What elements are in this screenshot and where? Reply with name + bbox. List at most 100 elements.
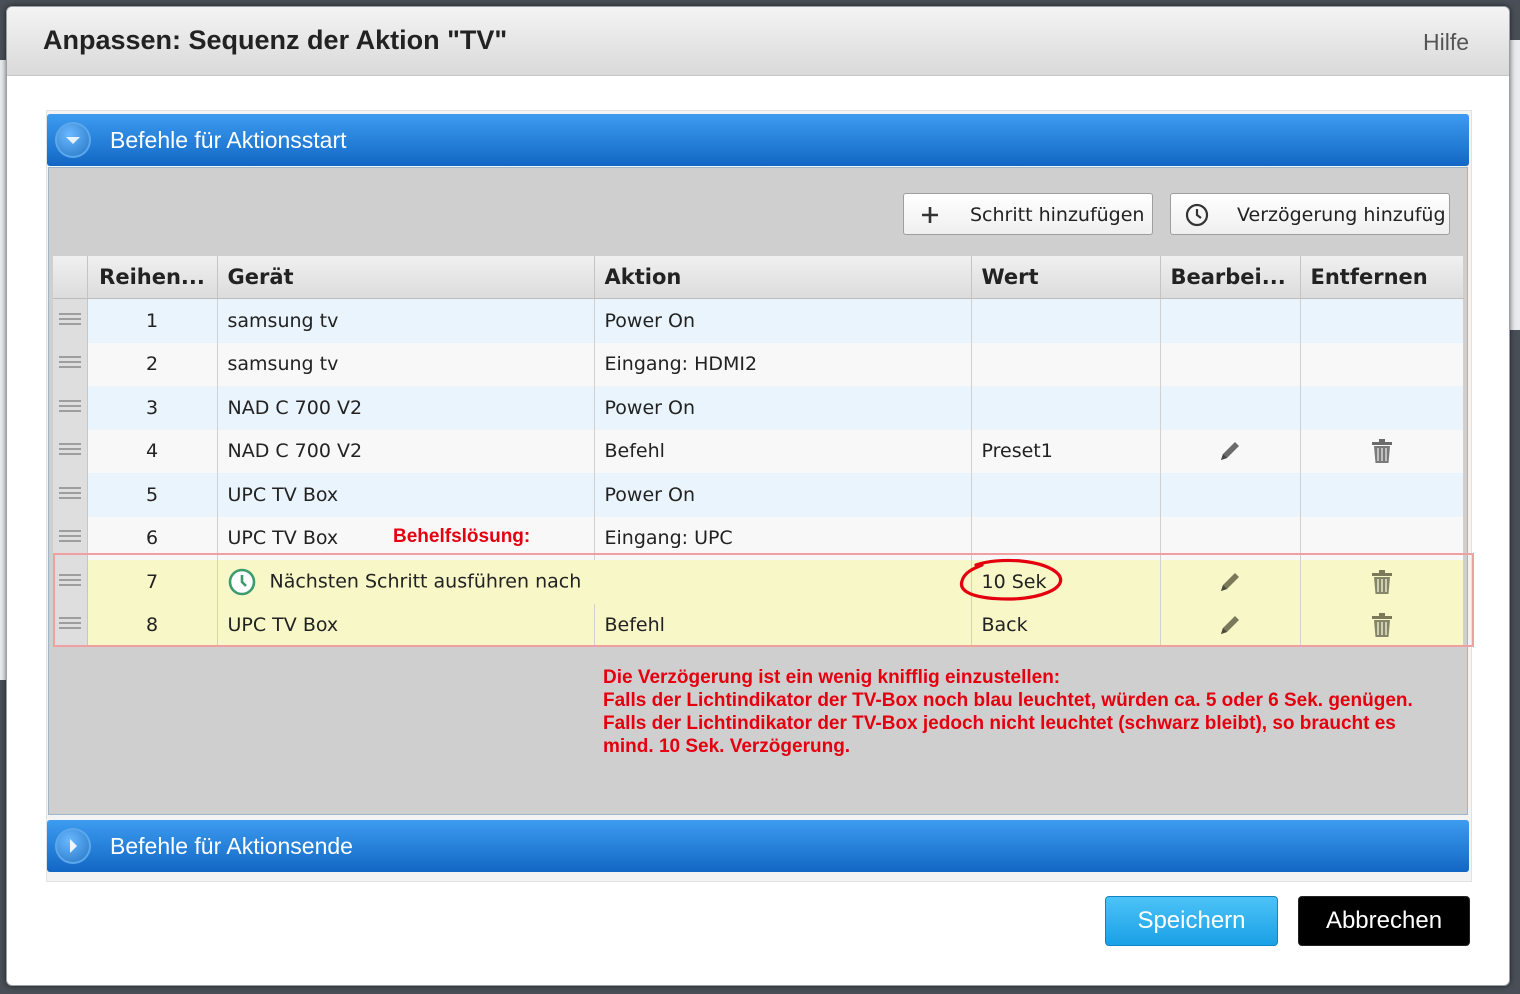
cancel-button[interactable]: Abbrechen [1298,896,1470,946]
chevron-down-icon [55,122,91,158]
table-row[interactable]: 1 samsung tv Power On [53,298,1464,343]
row-value [971,386,1161,430]
row-value [971,342,1161,386]
table-row[interactable]: 6 UPC TV Box Eingang: UPC [53,516,1464,560]
row-edit-cell [1160,603,1301,647]
row-remove-cell [1300,560,1464,604]
add-step-label: Schritt hinzufügen [970,204,1145,226]
row-remove-cell [1300,342,1464,386]
drag-handle[interactable] [53,516,88,560]
column-value[interactable]: Wert [971,256,1161,299]
row-edit-cell [1160,342,1301,386]
clock-icon [228,568,255,596]
clock-icon [1185,203,1209,227]
table-row[interactable]: 2 samsung tv Eingang: HDMI2 [53,342,1464,386]
row-remove-cell [1300,386,1464,430]
row-action: Eingang: UPC [594,516,972,560]
row-device-text: Nächsten Schritt ausführen nach [269,570,582,593]
save-button[interactable]: Speichern [1105,896,1278,946]
column-action[interactable]: Aktion [594,256,972,299]
row-action: Power On [594,298,972,343]
add-step-button[interactable]: Schritt hinzufügen [903,193,1153,235]
row-action: Power On [594,386,972,430]
accordion-action-start[interactable]: Befehle für Aktionsstart [47,114,1469,166]
drag-handle[interactable] [53,386,88,430]
column-remove[interactable]: Entfernen [1300,256,1463,299]
add-delay-button[interactable]: Verzögerung hinzufüg [1170,193,1450,235]
row-remove-cell [1300,298,1464,343]
edit-pencil-icon[interactable] [1216,437,1244,465]
row-action: Befehl [594,603,972,647]
column-handle [53,256,88,299]
table-row[interactable]: 5 UPC TV Box Power On [53,473,1464,517]
row-edit-cell [1160,386,1301,430]
edit-pencil-icon[interactable] [1216,568,1244,596]
row-order: 2 [87,342,218,386]
table-header-row: Reihen... Gerät Aktion Wert Bearbei... E… [53,256,1463,299]
accordion-action-start-label: Befehle für Aktionsstart [110,127,347,153]
row-order: 7 [87,560,218,604]
row-remove-cell [1300,516,1464,560]
edit-pencil-icon[interactable] [1216,611,1244,639]
row-device: NAD C 700 V2 [217,386,595,430]
row-edit-cell [1160,429,1301,473]
row-order: 6 [87,516,218,560]
table-row[interactable]: 4 NAD C 700 V2 Befehl Preset1 [53,429,1464,473]
row-edit-cell [1160,298,1301,343]
row-order: 5 [87,473,218,517]
trash-icon[interactable] [1368,437,1396,465]
delay-note-line: Falls der Lichtindikator der TV-Box noch… [603,690,1413,711]
column-edit[interactable]: Bearbei... [1160,256,1301,299]
row-device: NAD C 700 V2 [217,429,595,473]
chevron-right-icon [55,828,91,864]
row-order: 8 [87,603,218,647]
row-device: UPC TV Box [217,603,595,647]
column-order[interactable]: Reihen... [87,256,218,299]
row-remove-cell [1300,603,1464,647]
workaround-annotation: Behelfslösung: [393,526,531,547]
accordion-action-end[interactable]: Befehle für Aktionsende [47,820,1469,872]
row-device: samsung tv [217,298,595,343]
column-device[interactable]: Gerät [217,256,595,299]
row-value [971,298,1161,343]
help-link[interactable]: Hilfe [1423,29,1469,56]
row-value: 10 Sek [971,560,1161,604]
row-value [971,473,1161,517]
delay-note-line: Die Verzögerung ist ein wenig knifflig e… [603,667,1061,688]
add-delay-label: Verzögerung hinzufüg [1237,204,1446,226]
row-device: UPC TV Box [217,473,595,517]
row-value: Back [971,603,1161,647]
table-row[interactable]: 8 UPC TV Box Befehl Back [53,603,1464,647]
row-device: Nächsten Schritt ausführen nach [217,560,972,604]
trash-icon[interactable] [1368,568,1396,596]
row-order: 4 [87,429,218,473]
sequence-table: Reihen... Gerät Aktion Wert Bearbei... E… [53,256,1464,647]
row-edit-cell [1160,473,1301,517]
row-action: Eingang: HDMI2 [594,342,972,386]
drag-handle[interactable] [53,560,88,604]
row-remove-cell [1300,429,1464,473]
row-edit-cell [1160,516,1301,560]
drag-handle[interactable] [53,429,88,473]
delay-note-line: Falls der Lichtindikator der TV-Box jedo… [603,713,1396,734]
row-remove-cell [1300,473,1464,517]
row-edit-cell [1160,560,1301,604]
row-action: Befehl [594,429,972,473]
dialog-titlebar: Anpassen: Sequenz der Aktion "TV" Hilfe [7,7,1509,76]
delay-note-line: mind. 10 Sek. Verzögerung. [603,736,851,757]
row-order: 3 [87,386,218,430]
drag-handle[interactable] [53,603,88,647]
table-row-delay[interactable]: 7 Nächsten Schritt ausführen nach 10 Sek [53,560,1464,604]
table-row[interactable]: 3 NAD C 700 V2 Power On [53,386,1464,430]
customize-sequence-dialog: Anpassen: Sequenz der Aktion "TV" Hilfe … [6,6,1510,986]
trash-icon[interactable] [1368,611,1396,639]
row-order: 1 [87,298,218,343]
dialog-title: Anpassen: Sequenz der Aktion "TV" [43,25,508,55]
accordion-action-end-label: Befehle für Aktionsende [110,833,353,859]
drag-handle[interactable] [53,298,88,343]
row-action: Power On [594,473,972,517]
row-device: samsung tv [217,342,595,386]
delay-note-annotation: Die Verzögerung ist ein wenig knifflig e… [603,666,1413,758]
drag-handle[interactable] [53,342,88,386]
drag-handle[interactable] [53,473,88,517]
